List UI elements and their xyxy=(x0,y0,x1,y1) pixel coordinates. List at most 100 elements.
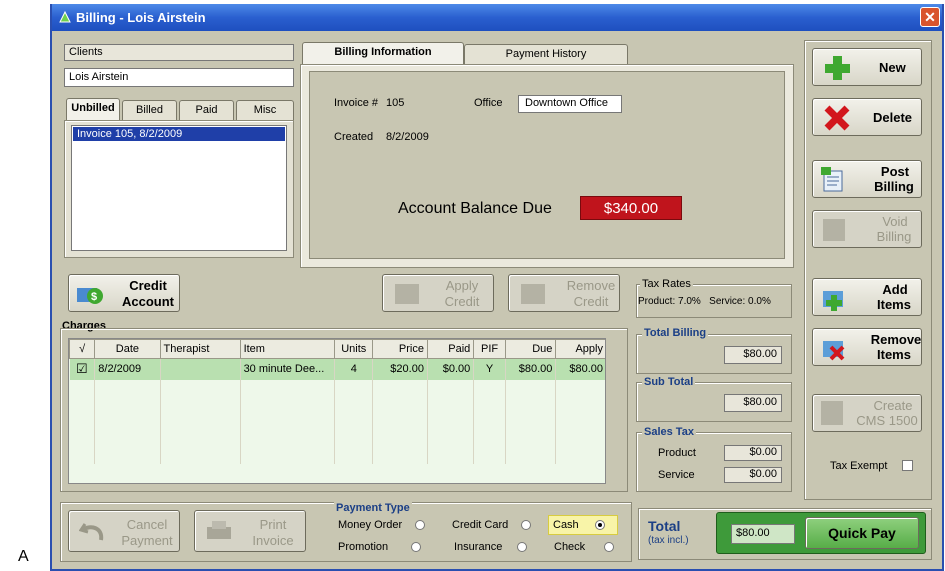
col-date[interactable]: Date xyxy=(94,339,161,359)
void-billing-button[interactable]: Void Billing xyxy=(812,210,922,248)
invoice-number-value: 105 xyxy=(386,97,405,109)
tab-misc[interactable]: Misc xyxy=(236,100,294,120)
col-units[interactable]: Units xyxy=(334,339,374,359)
cancel-payment-button[interactable]: Cancel Payment xyxy=(68,510,180,552)
empty-row xyxy=(69,421,605,443)
charges-grid[interactable]: √ Date Therapist Item Units Price Paid P… xyxy=(68,338,606,484)
created-value: 8/2/2009 xyxy=(386,131,429,143)
billing-window: Billing - Lois Airstein ✕ Clients Lois A… xyxy=(50,4,944,571)
money-order-label: Money Order xyxy=(338,519,403,531)
sub-total-value: $80.00 xyxy=(724,394,782,412)
money-order-radio[interactable] xyxy=(415,520,426,531)
table-row[interactable]: ☑ 8/2/2009 30 minute Dee... 4 $20.00 $0.… xyxy=(69,358,605,380)
payment-option-cash[interactable]: Cash xyxy=(548,515,618,535)
remove-credit-label-1: Remove xyxy=(566,278,616,293)
col-pif[interactable]: PIF xyxy=(473,339,506,359)
payment-option-check[interactable]: Check xyxy=(554,541,615,553)
tax-exempt-checkbox[interactable] xyxy=(902,460,913,471)
check-radio[interactable] xyxy=(604,542,615,553)
apply-credit-icon xyxy=(395,284,419,304)
row-checkbox[interactable]: ☑ xyxy=(69,358,96,380)
account-balance-label: Account Balance Due xyxy=(398,200,552,217)
created-label: Created xyxy=(334,131,374,143)
tab-billing-information[interactable]: Billing Information xyxy=(302,42,464,64)
col-apply[interactable]: Apply xyxy=(555,339,605,359)
cash-radio[interactable] xyxy=(594,520,605,531)
close-button[interactable]: ✕ xyxy=(920,7,940,27)
charges-header-row: √ Date Therapist Item Units Price Paid P… xyxy=(69,339,605,359)
new-button[interactable]: New xyxy=(812,48,922,86)
cancel-label-2: Payment xyxy=(121,533,173,548)
payment-option-promotion[interactable]: Promotion xyxy=(338,541,422,553)
col-item[interactable]: Item xyxy=(239,339,336,359)
create-cms-icon xyxy=(821,401,843,425)
invoice-list-item[interactable]: Invoice 105, 8/2/2009 xyxy=(73,127,285,141)
post-label-1: Post xyxy=(880,164,910,179)
create-cms-label-1: Create xyxy=(873,398,913,413)
undo-arrow-icon xyxy=(79,523,104,541)
col-price[interactable]: Price xyxy=(372,339,428,359)
office-field[interactable]: Downtown Office xyxy=(518,95,622,113)
col-therapist[interactable]: Therapist xyxy=(159,339,241,359)
cell-paid: $0.00 xyxy=(427,358,475,380)
apply-credit-button[interactable]: Apply Credit xyxy=(382,274,494,312)
promotion-radio[interactable] xyxy=(411,542,422,553)
tab-billed[interactable]: Billed xyxy=(122,100,177,120)
insurance-radio[interactable] xyxy=(517,542,528,553)
empty-row xyxy=(69,379,605,401)
remove-credit-icon xyxy=(521,284,545,304)
remove-items-button[interactable]: Remove Items xyxy=(812,328,922,366)
sales-tax-product-label: Product xyxy=(658,447,696,459)
cell-item: 30 minute Dee... xyxy=(240,358,336,380)
total-billing-value: $80.00 xyxy=(724,346,782,364)
remove-credit-button[interactable]: Remove Credit xyxy=(508,274,620,312)
new-label: New xyxy=(879,60,906,75)
promotion-label: Promotion xyxy=(338,541,389,553)
col-paid[interactable]: Paid xyxy=(426,339,475,359)
void-label-1: Void xyxy=(882,214,908,229)
cancel-label-1: Cancel xyxy=(126,517,168,532)
delete-x-icon xyxy=(824,105,850,131)
sales-tax-label: Sales Tax xyxy=(642,426,696,438)
add-items-label-1: Add xyxy=(882,282,908,297)
delete-button[interactable]: Delete xyxy=(812,98,922,136)
quick-pay-button[interactable]: Quick Pay xyxy=(805,517,919,549)
invoice-list[interactable]: Invoice 105, 8/2/2009 xyxy=(71,125,287,251)
print-invoice-button[interactable]: Print Invoice xyxy=(194,510,306,552)
quick-pay-panel: $80.00 Quick Pay xyxy=(716,512,926,554)
check-label: Check xyxy=(554,541,586,553)
create-cms-button[interactable]: Create CMS 1500 xyxy=(812,394,922,432)
credit-card-radio[interactable] xyxy=(521,520,532,531)
total-billing-label: Total Billing xyxy=(642,327,709,339)
tax-rates-text: Product: 7.0% Service: 0.0% xyxy=(638,296,771,307)
svg-text:$: $ xyxy=(91,291,97,303)
sales-tax-service-value: $0.00 xyxy=(724,467,782,483)
add-items-button[interactable]: Add Items xyxy=(812,278,922,316)
post-label-2: Billing xyxy=(874,179,914,194)
total-label: Total xyxy=(648,518,681,534)
payment-option-money-order[interactable]: Money Order xyxy=(338,519,426,531)
void-billing-icon xyxy=(823,219,845,241)
tab-unbilled[interactable]: Unbilled xyxy=(66,98,120,120)
empty-row xyxy=(69,442,605,464)
cell-date: 8/2/2009 xyxy=(94,358,161,380)
client-name-field[interactable]: Lois Airstein xyxy=(64,68,294,87)
apply-label-1: Apply xyxy=(445,278,479,293)
window-title: Billing - Lois Airstein xyxy=(76,10,206,25)
print-label-2: Invoice xyxy=(252,533,294,548)
add-items-icon xyxy=(823,291,843,311)
col-due[interactable]: Due xyxy=(504,339,557,359)
tab-payment-history[interactable]: Payment History xyxy=(464,44,628,64)
payment-option-insurance[interactable]: Insurance xyxy=(454,541,528,553)
tab-paid[interactable]: Paid xyxy=(179,100,234,120)
tax-rates-title: Tax Rates xyxy=(640,278,693,290)
payment-option-credit-card[interactable]: Credit Card xyxy=(452,519,532,531)
post-billing-button[interactable]: Post Billing xyxy=(812,160,922,198)
sales-tax-product-value: $0.00 xyxy=(724,445,782,461)
delete-label: Delete xyxy=(873,110,913,125)
credit-account-button[interactable]: $ Credit Account xyxy=(68,274,180,312)
payment-type-title: Payment Type xyxy=(334,502,412,514)
col-check[interactable]: √ xyxy=(69,339,96,359)
office-label: Office xyxy=(474,97,503,109)
cell-due: $80.00 xyxy=(505,358,557,380)
